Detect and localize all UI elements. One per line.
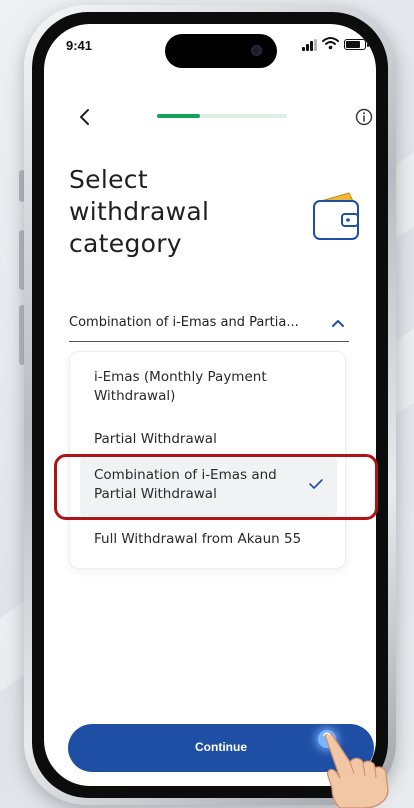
option-label: Combination of i-Emas and Partial Withdr… — [94, 467, 277, 502]
option-combination[interactable]: Combination of i-Emas and Partial Withdr… — [80, 458, 337, 516]
info-icon[interactable] — [354, 107, 374, 127]
chevron-up-icon — [332, 320, 344, 327]
category-dropdown[interactable]: Combination of i-Emas and Partia... — [69, 312, 349, 342]
onboarding-progress — [157, 114, 287, 118]
status-time: 9:41 — [66, 38, 93, 53]
wifi-icon — [322, 37, 339, 50]
camera-icon — [251, 45, 262, 56]
pointing-hand-icon — [323, 732, 389, 808]
option-partial-withdrawal[interactable]: Partial Withdrawal — [70, 424, 345, 454]
option-full-withdrawal[interactable]: Full Withdrawal from Akaun 55 — [70, 524, 345, 554]
title-line: Select — [69, 165, 148, 194]
option-label: Full Withdrawal from Akaun 55 — [94, 531, 302, 547]
option-label: i-Emas (Monthly Payment Withdrawal) — [94, 369, 267, 404]
signal-icon — [302, 39, 318, 51]
title-line: withdrawal — [69, 196, 210, 226]
battery-icon — [344, 39, 369, 50]
checkmark-icon — [309, 479, 323, 489]
option-label: Partial Withdrawal — [94, 431, 217, 447]
page-title: Select withdrawal category — [69, 164, 269, 259]
option-i-emas[interactable]: i-Emas (Monthly Payment Withdrawal) — [70, 366, 345, 416]
dropdown-selected-value: Combination of i-Emas and Partia... — [69, 315, 299, 330]
title-line: category — [69, 228, 182, 258]
progress-fill — [157, 114, 200, 118]
back-chevron-icon[interactable] — [74, 106, 96, 128]
wallet-icon — [313, 192, 359, 240]
dropdown-options-list: i-Emas (Monthly Payment Withdrawal) Part… — [69, 351, 346, 569]
phone-screen: 9:41 Select withdrawal category Combinat… — [44, 24, 376, 786]
